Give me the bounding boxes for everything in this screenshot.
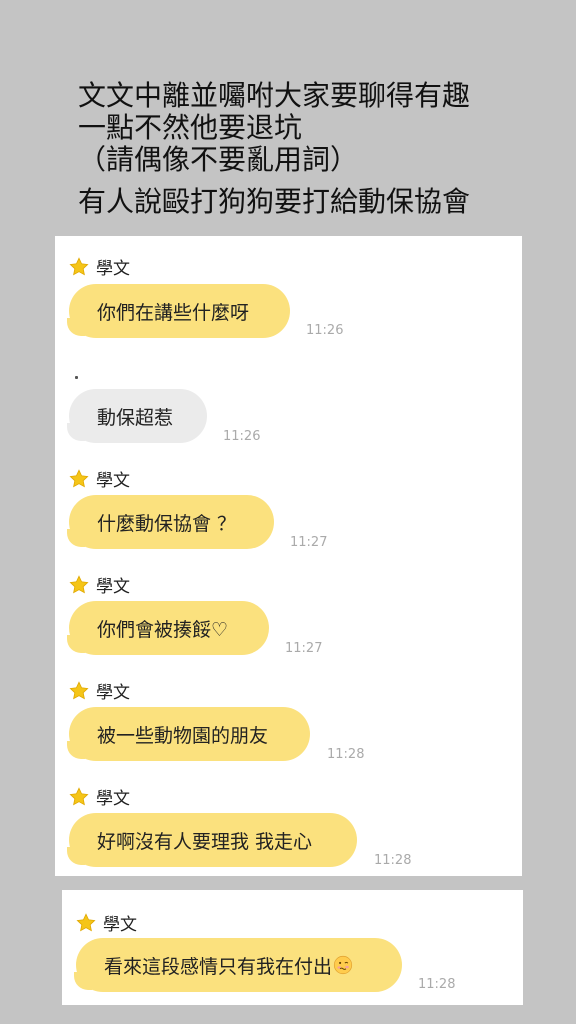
message-text: 動保超惹: [97, 406, 174, 429]
message-text: 你們在講些什麼呀: [97, 301, 250, 324]
message-bubble[interactable]: 看來這段感情只有我在付出: [74, 938, 402, 992]
star-icon: [69, 574, 89, 595]
star-icon: [69, 256, 89, 277]
star-icon: [69, 468, 89, 489]
sender-name: 學文: [96, 577, 130, 597]
message-time: 11:26: [223, 429, 261, 444]
caption-text: 文文中離並囑咐大家要聊得有趣 一點不然他要退坑 （請偶像不要亂用詞） 有人說毆打…: [78, 80, 568, 218]
message-text: 好啊沒有人要理我 我走心: [97, 830, 313, 853]
message-text: 看來這段感情只有我在付出: [104, 955, 333, 978]
message-time: 11:27: [290, 535, 328, 550]
sender-name: 學文: [96, 259, 130, 279]
caption-line: （請偶像不要亂用詞）: [78, 143, 359, 176]
message-bubble[interactable]: 動保超惹: [67, 389, 207, 443]
sender-row: 學文: [69, 678, 130, 703]
caption-line: 有人說毆打狗狗要打給動保協會: [78, 185, 471, 218]
sender-row: 學文: [69, 466, 130, 491]
sender-row: 學文: [69, 784, 130, 809]
sender-name: 學文: [103, 915, 137, 935]
message-time: 11:26: [306, 323, 344, 338]
sender-row: 學文: [76, 910, 137, 935]
sender-name: 學文: [96, 789, 130, 809]
sender-row: 學文: [69, 254, 130, 279]
message-time: 11:28: [374, 853, 412, 868]
sender-row: 學文: [69, 572, 130, 597]
message-time: 11:28: [327, 747, 365, 762]
star-icon: [69, 786, 89, 807]
message-time: 11:27: [285, 641, 323, 656]
sender-name: 學文: [96, 683, 130, 703]
star-icon: [76, 912, 96, 933]
message-bubble[interactable]: 什麼動保協會 ？: [67, 495, 274, 549]
stray-mark: [75, 376, 78, 379]
chat-panel-2: 學文 看來這段感情只有我在付出 11:28: [62, 890, 523, 1005]
sender-name: 學文: [96, 471, 130, 491]
message-bubble[interactable]: 好啊沒有人要理我 我走心: [67, 813, 357, 867]
message-text: 你們會被揍餒♡: [97, 618, 229, 641]
caption-line: 文文中離並囑咐大家要聊得有趣: [78, 79, 471, 112]
star-icon: [69, 680, 89, 701]
message-text: 被一些動物園的朋友: [97, 724, 269, 747]
message-bubble[interactable]: 你們會被揍餒♡: [67, 601, 269, 655]
chat-panel: 學文 你們在講些什麼呀 11:26 動保超惹 11:26 學文 什麼動保協會 ？…: [55, 236, 522, 876]
screenshot-collage: 文文中離並囑咐大家要聊得有趣 一點不然他要退坑 （請偶像不要亂用詞） 有人說毆打…: [0, 0, 576, 1024]
message-bubble[interactable]: 你們在講些什麼呀: [67, 284, 290, 338]
caption-line: 一點不然他要退坑: [78, 111, 303, 144]
message-text: 什麼動保協會 ？: [97, 512, 237, 535]
woozy-face-icon: [333, 955, 353, 975]
message-bubble[interactable]: 被一些動物園的朋友: [67, 707, 310, 761]
message-time: 11:28: [418, 977, 456, 992]
